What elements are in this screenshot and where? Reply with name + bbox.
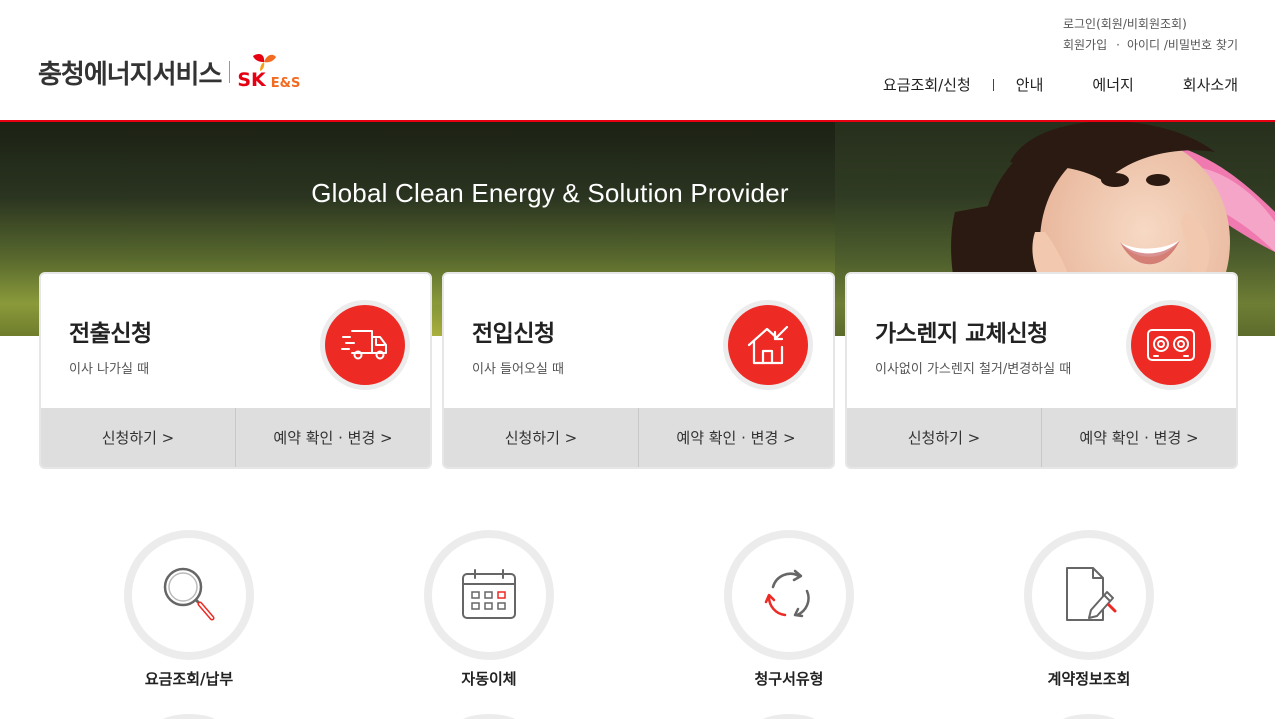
quick-icon-ring	[724, 530, 854, 660]
quick-icon-ring	[1024, 530, 1154, 660]
card-icon-ring	[320, 300, 410, 390]
logo-company-name: 충청에너지서비스	[38, 59, 222, 90]
site-header: 충청에너지서비스 SK E&S 로그인(회원/비회원조회) 회원가입 · 아이디…	[0, 0, 1275, 122]
reservation-check-button[interactable]: 예약 확인 · 변경 >	[235, 408, 430, 467]
calendar-icon	[462, 569, 516, 619]
banner-slogan: Global Clean Energy & Solution Provider	[311, 178, 789, 208]
next-row-icon-ring	[454, 714, 524, 719]
card-title: 전입신청	[472, 321, 555, 347]
logo-sk-text: SK	[237, 69, 266, 91]
quick-icon-ring	[124, 530, 254, 660]
quick-label: 계약정보조회	[1047, 670, 1131, 688]
reservation-check-button[interactable]: 예약 확인 · 변경 >	[638, 408, 833, 467]
card-gas-range-replace: 가스렌지 교체신청 이사없이 가스렌지 철거/변경하실 때 신청하기 > 예약 …	[845, 272, 1238, 469]
nav-company[interactable]: 회사소개	[1183, 74, 1238, 95]
card-subtitle: 이사 나가실 때	[69, 362, 150, 377]
nav-energy[interactable]: 에너지	[1092, 74, 1133, 95]
document-pen-icon	[1066, 567, 1117, 621]
find-account-link[interactable]: 아이디 /비밀번호 찾기	[1127, 35, 1238, 56]
card-move-out: 전출신청 이사 나가실 때 신청하기 > 예약 확인 · 변경 >	[39, 272, 432, 469]
card-actions: 신청하기 > 예약 확인 · 변경 >	[41, 408, 430, 467]
quick-auto-transfer[interactable]: 자동이체	[424, 530, 554, 689]
site-logo[interactable]: 충청에너지서비스 SK E&S	[38, 52, 300, 92]
logo-divider	[229, 61, 231, 83]
gas-stove-icon	[1147, 329, 1195, 361]
quick-icon-ring	[424, 530, 554, 660]
next-row-icon-ring	[1054, 714, 1124, 719]
apply-button[interactable]: 신청하기 >	[847, 408, 1041, 467]
logo-es-text: E&S	[270, 76, 301, 91]
quick-label: 자동이체	[461, 670, 517, 688]
login-link[interactable]: 로그인(회원/비회원조회)	[1063, 17, 1187, 31]
house-move-in-icon	[747, 325, 789, 365]
card-icon-ring	[1126, 300, 1216, 390]
card-actions: 신청하기 > 예약 확인 · 변경 >	[444, 408, 833, 467]
next-row-icon-ring	[754, 714, 824, 719]
quick-contract-info[interactable]: 계약정보조회	[1024, 530, 1154, 689]
card-subtitle: 이사 들어오실 때	[472, 362, 564, 377]
utility-links: 로그인(회원/비회원조회) 회원가입 · 아이디 /비밀번호 찾기	[1063, 14, 1238, 56]
quick-label: 요금조회/납부	[144, 670, 234, 688]
signup-link[interactable]: 회원가입	[1063, 35, 1107, 56]
reservation-check-button[interactable]: 예약 확인 · 변경 >	[1041, 408, 1236, 467]
card-title: 전출신청	[69, 321, 152, 347]
main-nav: 요금조회/신청 안내 에너지 회사소개	[883, 74, 1238, 95]
quick-bill-type[interactable]: 청구서유형	[724, 530, 854, 689]
moving-truck-icon	[341, 330, 387, 360]
recycle-arrows-icon	[764, 569, 810, 618]
sk-es-logo: SK E&S	[237, 52, 300, 92]
magnifier-icon	[163, 567, 215, 621]
card-move-in: 전입신청 이사 들어오실 때 신청하기 > 예약 확인 · 변경 >	[442, 272, 835, 469]
card-actions: 신청하기 > 예약 확인 · 변경 >	[847, 408, 1236, 467]
sk-butterfly-icon	[253, 54, 277, 71]
quick-label: 청구서유형	[754, 670, 824, 688]
nav-divider	[992, 78, 994, 91]
next-row-icon-ring	[154, 714, 224, 719]
nav-guide[interactable]: 안내	[1016, 74, 1044, 95]
card-subtitle: 이사없이 가스렌지 철거/변경하실 때	[875, 362, 1072, 377]
util-dot: ·	[1116, 38, 1120, 52]
nav-billing[interactable]: 요금조회/신청	[883, 74, 971, 95]
quick-billing[interactable]: 요금조회/납부	[124, 530, 254, 689]
apply-button[interactable]: 신청하기 >	[41, 408, 235, 467]
card-title: 가스렌지 교체신청	[875, 321, 1048, 347]
apply-button[interactable]: 신청하기 >	[444, 408, 638, 467]
card-icon-ring	[723, 300, 813, 390]
